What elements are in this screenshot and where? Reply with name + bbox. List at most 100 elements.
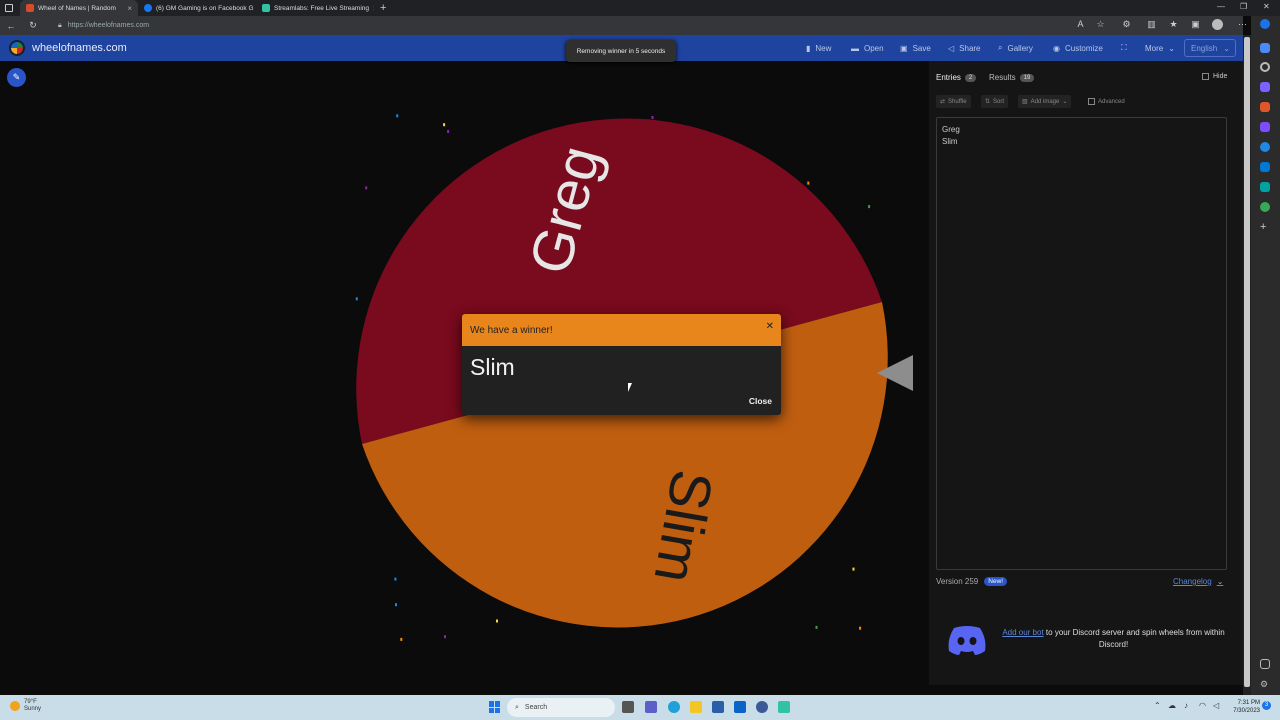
extensions-icon[interactable]: ⚙ (1121, 19, 1132, 30)
taskbar-search[interactable]: ⌕ Search (507, 698, 615, 717)
sort-button[interactable]: ⇅ Sort (981, 95, 1009, 108)
save-label: Save (912, 43, 931, 53)
tools-icon[interactable] (1260, 82, 1270, 92)
favorites-icon[interactable]: ★ (1168, 19, 1179, 30)
clock-date: 7/30/2023 (1233, 708, 1260, 714)
browser-tab-streamlabs[interactable]: Streamlabs: Free Live Streaming × (256, 0, 374, 16)
chevron-down-icon: ⌄ (1168, 43, 1175, 53)
tab-title: (6) GM Gaming is on Facebook G (156, 4, 254, 12)
save-button[interactable]: ▣ Save (900, 35, 931, 61)
tab-sidebar-toggle[interactable] (0, 0, 20, 16)
open-button[interactable]: ▬ Open (851, 35, 884, 61)
discord-icon[interactable] (946, 624, 988, 656)
scrollbar-thumb[interactable] (1244, 37, 1250, 687)
close-tab-icon[interactable]: × (127, 4, 132, 13)
folder-icon: ▬ (851, 43, 859, 53)
close-window-icon[interactable]: ✕ (1263, 2, 1270, 11)
new-badge: New! (984, 577, 1008, 586)
wheel-pointer (877, 355, 913, 391)
search-icon[interactable] (1260, 62, 1270, 72)
edit-pencil-icon[interactable]: ✎ (7, 68, 26, 87)
copilot-icon[interactable] (1260, 19, 1270, 29)
share-icon: ◁ (948, 43, 955, 53)
confetti-piece (496, 619, 498, 623)
customize-button[interactable]: ◉ Customize (1053, 35, 1103, 61)
edge-sidebar: + ⚙ (1251, 16, 1280, 695)
volume-icon[interactable]: ◁ (1213, 701, 1219, 710)
mail-icon[interactable] (734, 701, 746, 713)
changelog-link[interactable]: Changelog ⌄ (1173, 577, 1223, 586)
profile-avatar[interactable] (1212, 19, 1223, 30)
tab-entries[interactable]: Entries 2 (936, 73, 977, 82)
shuffle-button[interactable]: ⇄ Shuffle (936, 95, 971, 108)
search-label: Search (524, 704, 548, 711)
split-screen-icon[interactable]: ▥ (1146, 19, 1157, 30)
maps-icon[interactable] (1260, 202, 1270, 212)
more-menu-icon[interactable]: ⋯ (1237, 19, 1248, 30)
streamlabs-icon[interactable] (778, 701, 790, 713)
favorite-star-icon[interactable]: ☆ (1095, 19, 1106, 30)
more-button[interactable]: More ⌄ (1145, 35, 1175, 61)
edge-browser-icon[interactable] (668, 701, 680, 713)
add-bot-link[interactable]: Add our bot (1002, 628, 1043, 637)
notification-badge-icon[interactable]: 3 (1262, 701, 1271, 710)
outlook-mail-icon[interactable] (1260, 162, 1270, 172)
tab-actions-icon (5, 4, 13, 12)
cloud-icon[interactable]: ☁ (1168, 701, 1176, 710)
store-icon[interactable] (712, 701, 724, 713)
url-field[interactable]: 🔒︎ https://wheelofnames.com (58, 22, 149, 30)
file-explorer-icon[interactable] (690, 701, 702, 713)
microphone-icon[interactable]: ♪ (1184, 701, 1188, 710)
new-tab-button[interactable]: + (374, 2, 392, 14)
language-select[interactable]: English ⌄ (1184, 39, 1236, 57)
sidebar-layout-icon[interactable] (1260, 659, 1270, 669)
browser-tab-facebook[interactable]: (6) GM Gaming is on Facebook G × (138, 0, 256, 16)
discord-promo: Add our bot to your Discord server and s… (1001, 627, 1226, 651)
office-icon[interactable] (1260, 122, 1270, 132)
add-icon[interactable]: + (1260, 222, 1270, 233)
add-image-button[interactable]: ▨ Add image ⌄ (1018, 95, 1072, 108)
wheel-logo-icon[interactable] (9, 40, 25, 56)
restore-icon[interactable]: ❐ (1240, 2, 1247, 11)
wifi-icon[interactable]: ◠ (1199, 701, 1206, 710)
refresh-icon[interactable]: ↻ (22, 20, 44, 31)
read-aloud-icon[interactable]: A (1075, 19, 1086, 30)
system-clock[interactable]: 7:31 PM 7/30/2023 (1230, 699, 1260, 715)
entries-textarea[interactable]: Greg Slim (936, 117, 1227, 570)
collections-icon[interactable]: ▣ (1190, 19, 1201, 30)
games-icon[interactable] (1260, 102, 1270, 112)
clock-time: 7:31 PM (1237, 700, 1260, 706)
close-icon[interactable]: ✕ (766, 321, 774, 332)
drop-icon[interactable] (1260, 182, 1270, 192)
outlook-icon[interactable] (1260, 142, 1270, 152)
back-icon[interactable]: ← (0, 21, 22, 31)
entry-line: Greg (942, 125, 960, 134)
tab-results[interactable]: Results 19 (989, 73, 1035, 82)
confetti-piece (355, 297, 358, 301)
tray-chevron-icon[interactable]: ⌃ (1154, 701, 1161, 710)
tab-entries-label: Entries (936, 73, 961, 82)
share-button[interactable]: ◁ Share (948, 35, 981, 61)
fullscreen-button[interactable]: ⛶ (1121, 35, 1127, 61)
winner-name: Slim (470, 354, 515, 380)
close-button[interactable]: Close (749, 396, 772, 406)
gallery-button[interactable]: ⌕ Gallery (998, 35, 1033, 61)
minimize-icon[interactable]: — (1217, 2, 1225, 11)
tab-title: Wheel of Names | Random (38, 4, 116, 12)
address-bar: ← ↻ 🔒︎ https://wheelofnames.com (0, 16, 1243, 35)
app-icon[interactable] (756, 701, 768, 713)
settings-gear-icon[interactable]: ⚙ (1260, 679, 1270, 689)
task-view-icon[interactable] (622, 701, 634, 713)
page-scrollbar[interactable] (1243, 35, 1251, 695)
advanced-checkbox[interactable]: Advanced (1084, 95, 1129, 108)
browser-tab-wheel[interactable]: Wheel of Names | Random × (20, 0, 138, 16)
weather-widget[interactable]: 79°F Sunny (10, 699, 41, 713)
site-title[interactable]: wheelofnames.com (32, 42, 127, 54)
facebook-icon (144, 4, 152, 12)
hide-checkbox[interactable]: Hide (1202, 73, 1227, 80)
shopping-icon[interactable] (1260, 43, 1270, 53)
chat-icon[interactable] (645, 701, 657, 713)
new-button[interactable]: ▮ New (806, 35, 831, 61)
confetti-piece (394, 577, 397, 581)
windows-start-icon[interactable] (489, 701, 501, 713)
